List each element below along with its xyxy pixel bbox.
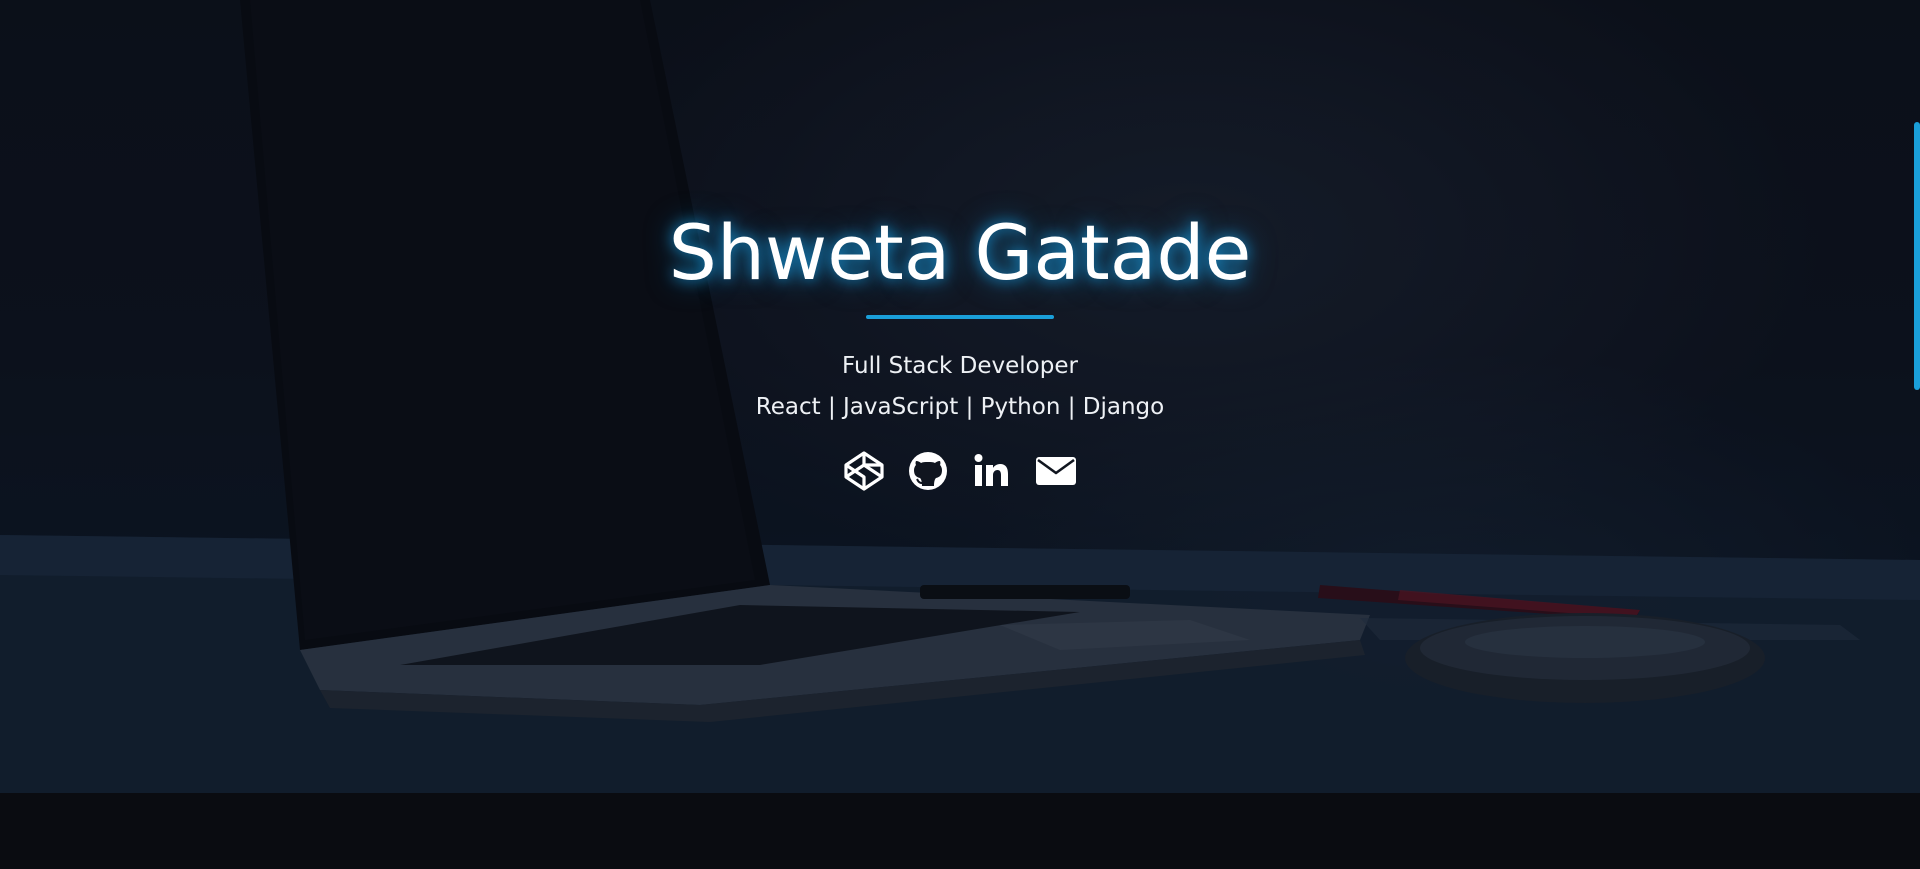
scrollbar-thumb[interactable] xyxy=(1914,122,1920,390)
social-links xyxy=(0,450,1920,492)
hero-role: Full Stack Developer xyxy=(842,353,1078,379)
linkedin-icon xyxy=(971,450,1013,492)
codepen-link[interactable] xyxy=(843,450,885,492)
page: Shweta Gatade Full Stack Developer React… xyxy=(0,0,1920,869)
hero-section: Shweta Gatade Full Stack Developer React… xyxy=(0,0,1920,793)
title-underline xyxy=(866,315,1054,319)
codepen-icon xyxy=(843,450,885,492)
github-icon xyxy=(907,450,949,492)
hero-title: Shweta Gatade xyxy=(668,208,1252,297)
linkedin-link[interactable] xyxy=(971,450,1013,492)
github-link[interactable] xyxy=(907,450,949,492)
email-icon xyxy=(1035,450,1077,492)
hero-skills: React | JavaScript | Python | Django xyxy=(755,394,1165,420)
email-link[interactable] xyxy=(1035,450,1077,492)
scrollbar[interactable] xyxy=(1912,0,1920,869)
hero-content: Shweta Gatade Full Stack Developer React… xyxy=(0,205,1920,492)
next-section-band xyxy=(0,793,1920,869)
